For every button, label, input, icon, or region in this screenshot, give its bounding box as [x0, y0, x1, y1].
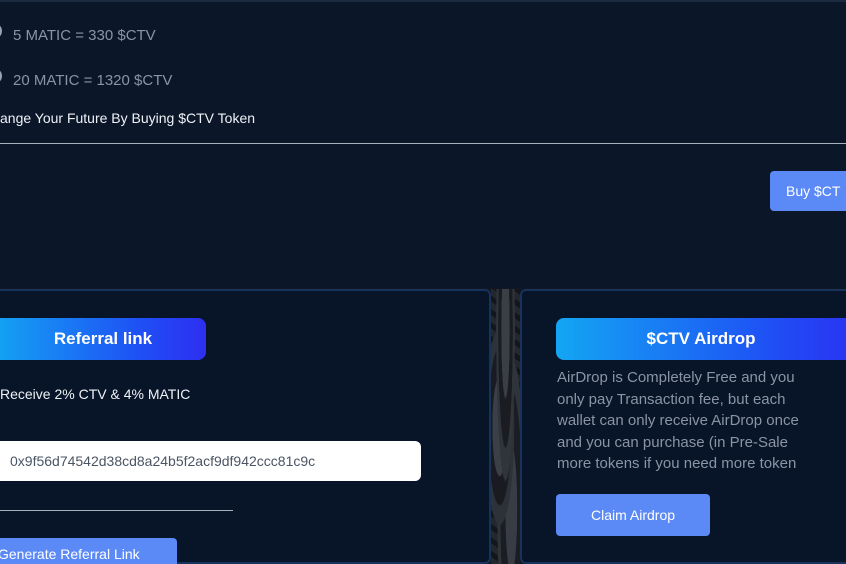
- presale-tagline: ange Your Future By Buying $CTV Token: [0, 110, 256, 126]
- package-option-5-matic[interactable]: 5 MATIC = 330 $CTV: [0, 23, 156, 46]
- package-option-20-matic[interactable]: 20 MATIC = 1320 $CTV: [0, 68, 173, 91]
- airdrop-description: AirDrop is Completely Free and you only …: [557, 369, 799, 472]
- presale-page: 5 MATIC = 330 $CTV 20 MATIC = 1320 $CTV …: [0, 0, 846, 564]
- divider: [0, 143, 846, 144]
- buy-panel: 5 MATIC = 330 $CTV 20 MATIC = 1320 $CTV …: [0, 0, 846, 288]
- claim-airdrop-button[interactable]: Claim Airdrop: [556, 494, 710, 536]
- package-option-label: 5 MATIC = 330 $CTV: [13, 26, 156, 44]
- referral-link-header: Referral link: [0, 318, 206, 360]
- radio-button[interactable]: [0, 68, 2, 84]
- radio-button[interactable]: [0, 23, 2, 39]
- divider: [0, 510, 233, 511]
- airdrop-header: $CTV Airdrop: [556, 318, 846, 360]
- decorative-background-strip: [491, 289, 520, 564]
- generate-referral-link-button[interactable]: Generate Referral Link: [0, 538, 177, 564]
- referral-reward-text: Receive 2% CTV & 4% MATIC: [0, 386, 191, 402]
- package-option-label: 20 MATIC = 1320 $CTV: [13, 71, 173, 89]
- buy-ctv-button[interactable]: Buy $CT: [770, 171, 846, 211]
- referral-link-field[interactable]: [0, 441, 421, 481]
